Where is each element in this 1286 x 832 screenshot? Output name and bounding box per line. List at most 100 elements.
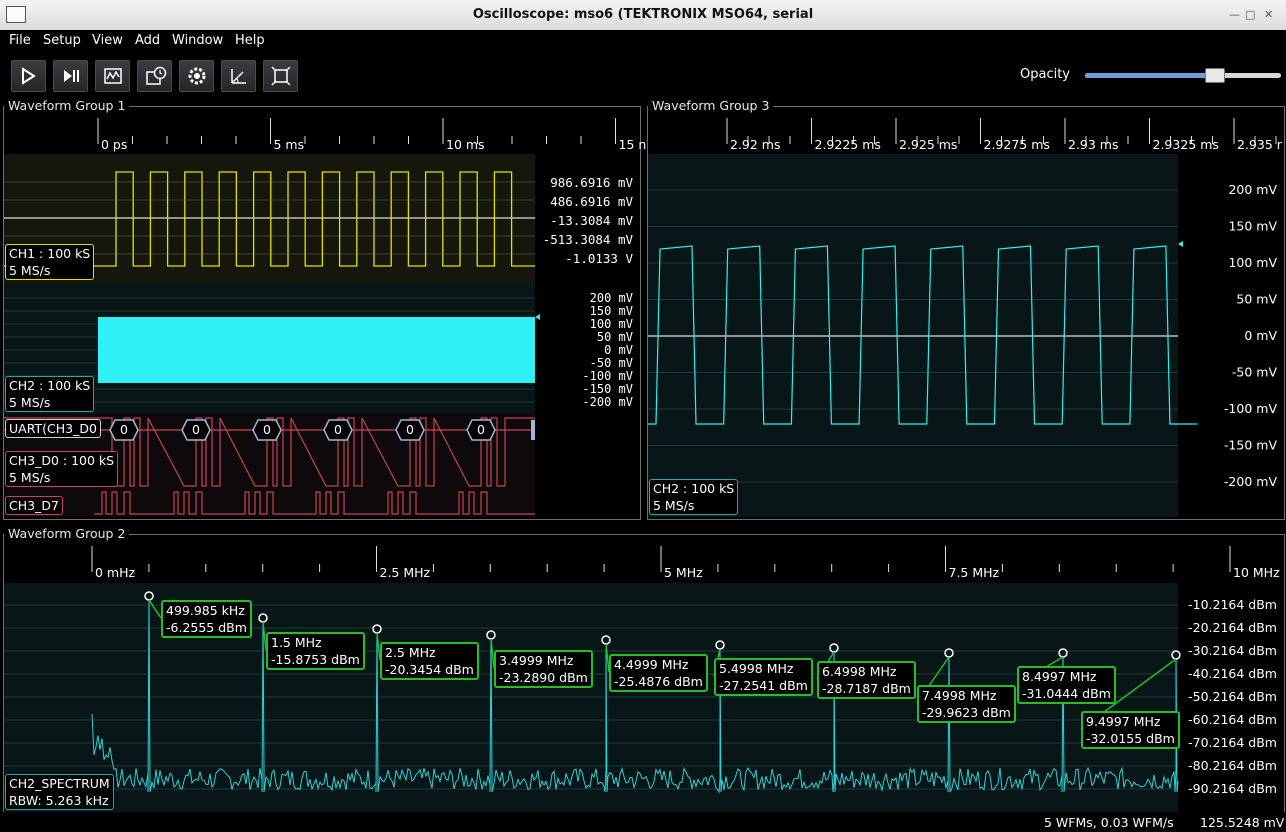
peak-level: -23.2890 dBm <box>499 670 588 685</box>
minimize-icon[interactable]: — <box>1229 8 1240 21</box>
group3-scale-label: -150 mV <box>1224 438 1278 453</box>
group1-tick-label: 10 ms <box>446 137 485 152</box>
waveform-button[interactable] <box>95 60 130 92</box>
peak-label: 8.4997 MHz -31.0444 dBm <box>1017 666 1116 704</box>
toolbar: Opacity <box>0 52 1286 96</box>
group3-scale-label: 100 mV <box>1228 255 1277 270</box>
group1-time-axis <box>4 114 639 154</box>
group2-tick-label: 5 MHz <box>664 565 703 580</box>
single-trigger-button[interactable] <box>53 60 88 92</box>
peak-label: 1.5 MHz -15.8753 dBm <box>266 632 365 670</box>
group3-tick-label: 2.92 ms <box>730 137 781 152</box>
status-bar: 5 WFMs, 0.03 WFM/s 125.5248 mV <box>0 812 1286 832</box>
svg-text:0: 0 <box>406 422 414 437</box>
ch3-d0-label[interactable]: CH3_D0 : 100 kS 5 MS/s <box>5 451 119 487</box>
peak-frequency: 7.4998 MHz <box>922 688 997 703</box>
peak-frequency: 8.4997 MHz <box>1022 669 1097 684</box>
svg-text:0: 0 <box>334 422 342 437</box>
peak-frequency: 2.5 MHz <box>385 645 436 660</box>
close-icon[interactable]: ✕ <box>1264 8 1273 21</box>
group2-tick-label: 7.5 MHz <box>948 565 1000 580</box>
peak-level: -6.2555 dBm <box>166 620 247 635</box>
group3-tick-label: 2.9325 ms <box>1152 137 1219 152</box>
settings-icon <box>188 67 206 85</box>
ch2-scale-label: 0 mV <box>604 343 633 357</box>
peak-level: -27.2541 dBm <box>719 678 808 693</box>
uart-byte: 0 <box>252 419 282 441</box>
group3-tick-label: 2.93 ms <box>1068 137 1119 152</box>
uart-byte: 0 <box>323 419 353 441</box>
peak-level: -15.8753 dBm <box>271 652 360 667</box>
svg-text:0: 0 <box>192 422 200 437</box>
ch2-scale-label: -50 mV <box>590 356 633 370</box>
status-wfm-rate: 5 WFMs, 0.03 WFM/s <box>1044 815 1174 830</box>
fullscreen-icon <box>271 66 291 86</box>
group3-ch2-label[interactable]: CH2 : 100 kS 5 MS/s <box>649 479 739 515</box>
group1-tick-label: 5 ms <box>273 137 305 152</box>
ch2-scale-label: -200 mV <box>582 395 633 409</box>
uart-byte: 0 <box>181 419 211 441</box>
opacity-label: Opacity <box>1020 67 1071 82</box>
ch1-label[interactable]: CH1 : 100 kS 5 MS/s <box>5 244 95 280</box>
peak-label: 5.4998 MHz -27.2541 dBm <box>714 658 813 696</box>
peak-level: -29.9623 dBm <box>922 705 1011 720</box>
opacity-slider[interactable] <box>1085 68 1281 83</box>
menu-window[interactable]: Window <box>172 33 223 48</box>
start-button[interactable] <box>11 60 46 92</box>
menu-bar: File Setup View Add Window Help <box>0 30 1286 52</box>
menu-setup[interactable]: Setup <box>43 33 81 48</box>
ch2-trace <box>98 317 535 383</box>
waveform-group-3-title: Waveform Group 3 <box>648 98 774 113</box>
peak-frequency: 3.4999 MHz <box>499 653 574 668</box>
ch3-d7-label[interactable]: CH3_D7 <box>5 496 63 515</box>
opacity-slider-thumb[interactable] <box>1205 68 1226 83</box>
waveform-group-2-title: Waveform Group 2 <box>4 526 130 541</box>
title-bar: Oscilloscope: mso6 (TEKTRONIX MSO64, ser… <box>0 0 1286 31</box>
spectrum-scale-label: -90.2164 dBm <box>1188 781 1277 796</box>
peak-level: -31.0444 dBm <box>1022 686 1111 701</box>
group1-tick-label: 0 ps <box>101 137 128 152</box>
ch2-scale-label: -100 mV <box>582 369 633 383</box>
spectrum-scale-label: -50.2164 dBm <box>1188 689 1277 704</box>
peak-label: 7.4998 MHz -29.9623 dBm <box>917 685 1016 723</box>
group1-tick-label: 15 n <box>618 137 647 152</box>
fullscreen-button[interactable] <box>263 60 298 92</box>
group3-tick-label: 2.9275 ms <box>983 137 1050 152</box>
history-button[interactable] <box>137 60 172 92</box>
waveform-group-1-title: Waveform Group 1 <box>4 98 130 113</box>
ch1-scale-label: -513.3084 mV <box>543 232 634 247</box>
menu-file[interactable]: File <box>9 33 31 48</box>
maximize-icon[interactable]: □ <box>1245 8 1255 21</box>
peak-level: -32.0155 dBm <box>1086 731 1175 746</box>
group2-tick-label: 0 mHz <box>95 565 136 580</box>
group3-scale-label: 50 mV <box>1236 292 1277 307</box>
group3-scale-label: -100 mV <box>1224 401 1278 416</box>
uart-label[interactable]: UART(CH3_D0 <box>5 419 101 438</box>
peak-label: 2.5 MHz -20.3454 dBm <box>380 642 479 680</box>
peak-label: 6.4998 MHz -28.7187 dBm <box>817 661 916 699</box>
spectrum-scale-label: -20.2164 dBm <box>1188 620 1277 635</box>
ch1-scale-label: -1.0133 V <box>565 251 633 266</box>
peak-level: -20.3454 dBm <box>385 662 474 677</box>
menu-help[interactable]: Help <box>235 33 265 48</box>
uart-byte: 0 <box>466 419 496 441</box>
svg-text:0: 0 <box>477 422 485 437</box>
ch2-label[interactable]: CH2 : 100 kS 5 MS/s <box>5 376 95 412</box>
group3-scale-label: -200 mV <box>1224 474 1278 489</box>
group3-scale-label: 0 mV <box>1244 328 1277 343</box>
group2-tick-label: 10 MHz <box>1233 565 1280 580</box>
group2-tick-label: 2.5 MHz <box>379 565 431 580</box>
menu-view[interactable]: View <box>92 33 123 48</box>
ch2-marker <box>535 314 540 320</box>
menu-add[interactable]: Add <box>135 33 160 48</box>
spectrum-scale-label: -70.2164 dBm <box>1188 735 1277 750</box>
ch1-scale-label: 986.6916 mV <box>550 175 633 190</box>
measure-button[interactable] <box>221 60 256 92</box>
uart-byte: 0 <box>109 419 139 441</box>
spectrum-label[interactable]: CH2_SPECTRUM RBW: 5.263 kHz <box>5 774 114 810</box>
group3-tick-label: 2.925 ms <box>899 137 958 152</box>
group3-tick-label: 2.935 r <box>1237 137 1282 152</box>
settings-button[interactable] <box>179 60 214 92</box>
group3-scale-label: -50 mV <box>1232 365 1278 380</box>
peak-frequency: 499.985 kHz <box>166 603 245 618</box>
